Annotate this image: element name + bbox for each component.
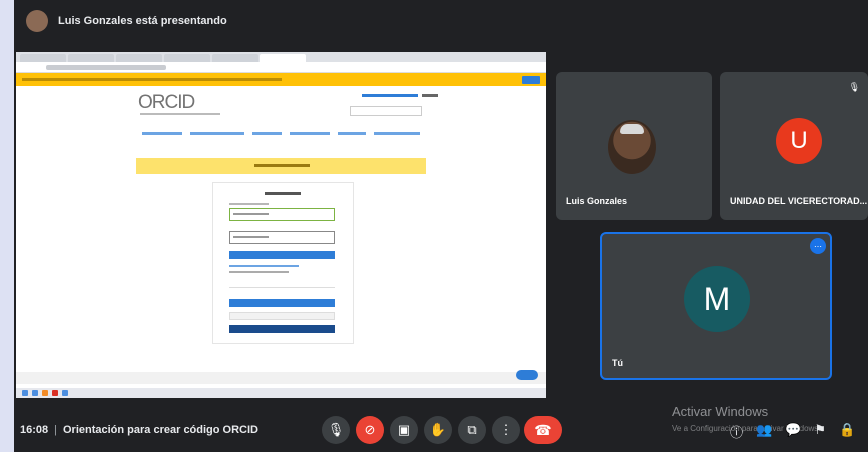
participant-name: Luis Gonzales [566,196,628,206]
raise-hand-button[interactable]: ✋ [424,416,452,444]
facebook-button [229,325,335,333]
orcid-logo: ORCID [138,92,195,114]
nav-item [142,131,182,135]
bottom-bar: 16:08 | Orientación para crear código ORCI… [14,404,868,452]
feedback-button [516,370,538,380]
activities-icon[interactable]: ⚑ [814,422,826,441]
orcid-nav [16,126,546,140]
signin-link [362,94,418,97]
meeting-info: 16:08 | Orientación para crear código ORCI… [20,424,258,436]
windows-taskbar [16,388,546,398]
orcid-search [350,106,422,116]
participant-tile-luis[interactable]: Luis Gonzales [556,72,712,220]
signin-card [212,182,354,344]
nav-item [252,131,282,135]
nav-item [290,131,330,135]
host-controls-icon[interactable]: 🔒 [839,422,855,441]
present-icon: ⧉ [467,422,477,437]
signin-title [265,192,301,195]
cookie-text [22,78,282,81]
hang-up-icon: ☎ [534,421,552,438]
presenting-bar: Luis Gonzales está presentando [14,0,868,42]
self-name: Tú [612,358,623,368]
camera-button[interactable]: ⊘ [356,416,384,444]
captions-icon: ▣ [397,422,411,437]
presenting-label: Luis Gonzales está presentando [58,15,227,27]
hang-up-button[interactable]: ☎ [524,416,562,444]
people-icon[interactable]: 👥 [756,422,772,441]
orcid-logo-text: ORCID [138,92,195,113]
chat-icon[interactable]: 💬 [785,422,801,441]
browser-tab-active [260,54,306,62]
more-options-icon: ⋮ [499,422,513,437]
separator [229,287,335,288]
taskbar-icon [42,390,48,396]
page-footer [16,372,546,384]
presenter-avatar [26,10,48,32]
forgot-link [229,265,299,267]
participant-tile-self[interactable]: ⋯ M Tú [600,232,832,380]
signin-button [229,251,335,259]
info-icon[interactable]: ⓘ [730,422,743,441]
url-text [46,64,166,70]
meeting-title: Orientación para crear código ORCID [63,424,258,436]
browser-tab [164,54,210,62]
orcid-tagline [140,113,220,115]
activate-windows-title: Activar Windows [672,404,769,419]
browser-tab [116,54,162,62]
captions-button[interactable]: ▣ [390,416,418,444]
cookie-banner [16,73,546,86]
camera-off-icon: ⊘ [364,422,376,437]
google-button [229,312,335,320]
muted-mic-icon: 🎙 [848,82,860,92]
browser-tab [212,54,258,62]
participant-avatar: U [776,118,822,164]
more-options-icon[interactable]: ⋯ [810,238,826,254]
participant-tile-unidad[interactable]: 🎙 U UNIDAD DEL VICERECTORAD... [720,72,868,220]
participant-name: UNIDAD DEL VICERECTORAD... [730,196,868,206]
meet-stage: Luis Gonzales está presentando ORCID Lui… [14,0,868,452]
register-link [229,271,289,273]
field-label [229,203,269,205]
password-field [229,231,335,244]
nav-item [374,131,420,135]
browser-tabs [16,52,546,62]
address-bar [16,62,546,73]
orcid-header: ORCID [16,86,546,126]
cookie-accept-button [522,75,540,84]
taskbar-icon [32,390,38,396]
microphone-button[interactable]: 🎙 [322,416,350,444]
nav-item [190,131,244,135]
raise-hand-icon: ✋ [429,422,447,437]
shared-screen: ORCID [16,52,546,398]
browser-tab [20,54,66,62]
email-field [229,208,335,221]
notice-banner [136,158,426,174]
side-panel-icons: ⓘ 👥 💬 ⚑ 🔒 [730,422,855,441]
participant-photo [608,120,656,174]
microphone-icon: 🎙 [327,422,345,437]
institution-button [229,299,335,307]
taskbar-icon [22,390,28,396]
taskbar-icon [62,390,68,396]
info-divider: | [54,424,57,436]
meeting-time: 16:08 [20,424,49,436]
present-button[interactable]: ⧉ [458,416,486,444]
browser-tab [68,54,114,62]
nav-item [338,131,366,135]
notice-text [254,164,310,167]
self-avatar: M [684,266,750,332]
more-options-button[interactable]: ⋮ [492,416,520,444]
language-select [422,94,438,97]
taskbar-icon [52,390,58,396]
